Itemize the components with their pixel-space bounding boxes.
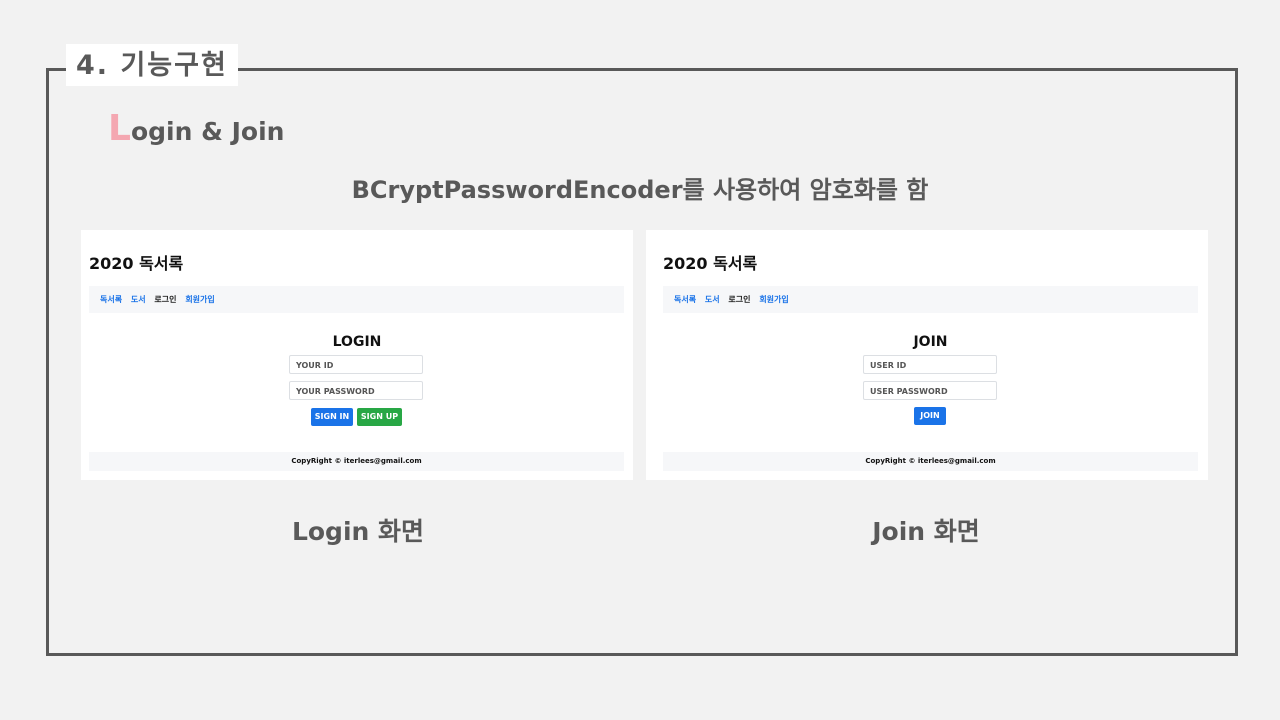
nav-item-books[interactable]: 도서 <box>705 295 720 304</box>
footer: CopyRight © iterlees@gmail.com <box>663 452 1198 471</box>
join-caption: Join 화면 <box>872 517 980 546</box>
signin-button[interactable]: SIGN IN <box>311 408 353 426</box>
subtitle-capital: L <box>108 108 131 149</box>
user-password-field[interactable]: USER PASSWORD <box>863 381 997 400</box>
user-id-field[interactable]: USER ID <box>863 355 997 374</box>
section-label: 4. 기능구현 <box>66 44 238 86</box>
nav-item-login[interactable]: 로그인 <box>728 295 750 304</box>
subtitle-rest: ogin & Join <box>130 117 285 146</box>
form-title: LOGIN <box>332 334 382 350</box>
nav-item-signup[interactable]: 회원가입 <box>759 295 788 304</box>
password-field[interactable]: YOUR PASSWORD <box>289 381 423 400</box>
join-screenshot: 2020 독서록 독서록 도서 로그인 회원가입 JOIN USER ID US… <box>646 230 1208 480</box>
join-button[interactable]: JOIN <box>914 407 946 425</box>
description: BCryptPasswordEncoder를 사용하여 암호화를 함 <box>351 176 929 204</box>
form-title: JOIN <box>913 334 948 350</box>
navbar: 독서록 도서 로그인 회원가입 <box>663 286 1198 313</box>
brand-title: 2020 독서록 <box>89 254 184 273</box>
nav-item-login[interactable]: 로그인 <box>154 295 176 304</box>
id-field[interactable]: YOUR ID <box>289 355 423 374</box>
brand-title: 2020 독서록 <box>663 254 758 273</box>
login-screenshot: 2020 독서록 독서록 도서 로그인 회원가입 LOGIN YOUR ID Y… <box>81 230 633 480</box>
nav-item-books[interactable]: 도서 <box>131 295 146 304</box>
nav-item-reading-log[interactable]: 독서록 <box>100 295 122 304</box>
nav-item-reading-log[interactable]: 독서록 <box>674 295 696 304</box>
navbar: 독서록 도서 로그인 회원가입 <box>89 286 624 313</box>
login-caption: Login 화면 <box>291 517 425 546</box>
signup-button[interactable]: SIGN UP <box>357 408 402 426</box>
subtitle: Login & Join <box>108 104 284 157</box>
nav-item-signup[interactable]: 회원가입 <box>185 295 214 304</box>
footer: CopyRight © iterlees@gmail.com <box>89 452 624 471</box>
